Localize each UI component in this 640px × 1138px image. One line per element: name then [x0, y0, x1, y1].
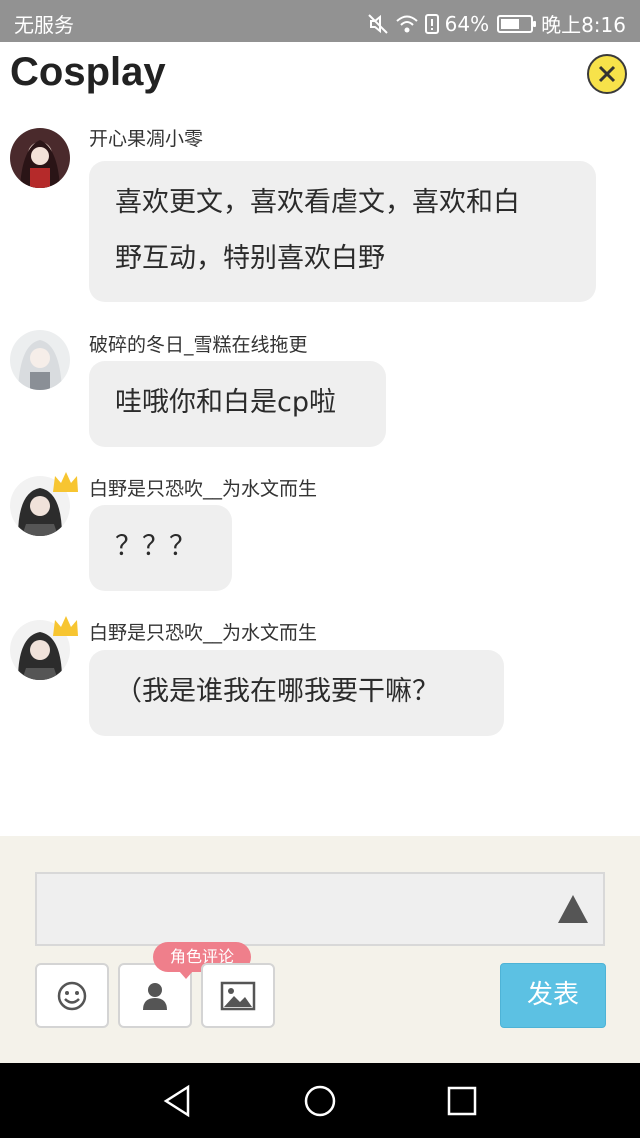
- message-bubble: ？？？: [89, 505, 232, 591]
- emoji-icon: [57, 981, 87, 1010]
- username[interactable]: 白野是只恐吹__为水文而生: [89, 618, 317, 645]
- clock: 晚上8:16: [541, 13, 626, 37]
- image-icon: [220, 981, 256, 1010]
- username[interactable]: 破碎的冬日_雪糕在线拖更: [89, 330, 308, 357]
- battery-level: [501, 18, 520, 29]
- battery-percent: 64%: [444, 11, 490, 36]
- username[interactable]: 开心果凋小零: [89, 124, 203, 151]
- wifi-icon: [395, 14, 419, 34]
- crown-icon: [53, 472, 78, 492]
- message-text-line: （我是谁我在哪我要干嘛？: [115, 676, 439, 707]
- carrier-label: 无服务: [14, 13, 74, 37]
- mute-icon: [367, 13, 389, 35]
- username[interactable]: 白野是只恐吹__为水文而生: [89, 474, 317, 501]
- sim-alert-icon: [424, 13, 439, 34]
- close-button[interactable]: [587, 54, 627, 94]
- close-icon: [598, 65, 616, 83]
- message-list: 开心果凋小零 喜欢更文，喜欢看虐文，喜欢和白 野互动，特别喜欢白野 破碎的冬日_…: [0, 112, 640, 836]
- avatar[interactable]: [10, 128, 70, 188]
- crown-icon: [53, 616, 78, 636]
- nav-bar: [0, 1063, 640, 1138]
- message-bubble: 喜欢更文，喜欢看虐文，喜欢和白 野互动，特别喜欢白野: [89, 161, 596, 302]
- back-icon[interactable]: [160, 1083, 196, 1119]
- send-button[interactable]: 发表: [500, 963, 606, 1028]
- expand-up-icon[interactable]: [557, 894, 589, 924]
- composer: 角色评论 发表: [0, 836, 640, 1063]
- emoji-button[interactable]: [35, 963, 109, 1028]
- message-text-line: 哇哦你和白是cp啦: [115, 387, 336, 418]
- message-bubble: （我是谁我在哪我要干嘛？: [89, 650, 504, 736]
- recents-icon[interactable]: [444, 1083, 480, 1119]
- comment-input[interactable]: [35, 872, 605, 946]
- message-text-line: ？？？: [115, 531, 196, 562]
- image-button[interactable]: [201, 963, 275, 1028]
- status-icons: 64% 晚上8:16: [367, 9, 626, 38]
- message-text-line: 野互动，特别喜欢白野: [115, 243, 385, 274]
- header: Cosplay: [0, 42, 640, 112]
- person-icon: [143, 982, 167, 1010]
- avatar[interactable]: [10, 330, 70, 390]
- page-title: Cosplay: [10, 50, 166, 94]
- message-text-line: 喜欢更文，喜欢看虐文，喜欢和白: [115, 187, 520, 218]
- home-icon[interactable]: [302, 1083, 338, 1119]
- status-bar: 无服务 64% 晚上8:16: [0, 0, 640, 42]
- battery-icon: [497, 14, 537, 33]
- message-bubble: 哇哦你和白是cp啦: [89, 361, 386, 447]
